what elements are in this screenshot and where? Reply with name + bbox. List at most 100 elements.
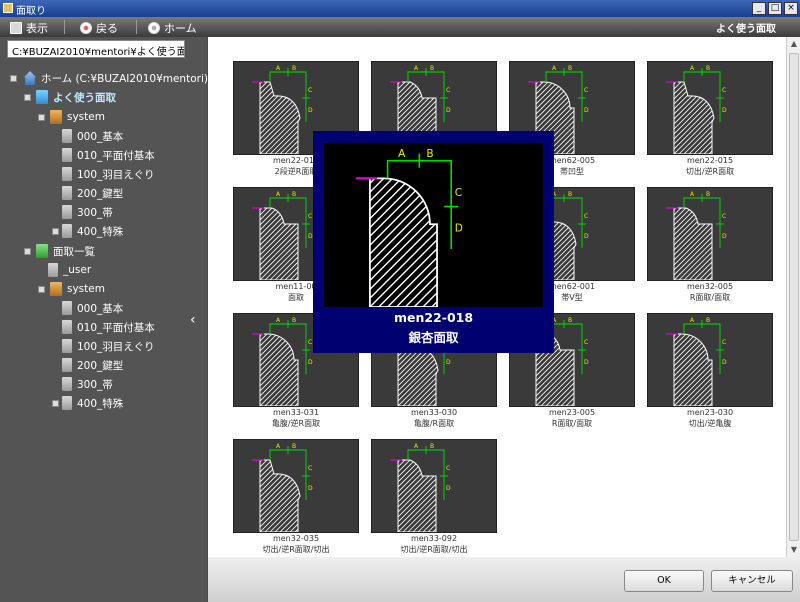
scroll-down-icon[interactable]: ▼ [787, 543, 800, 557]
favorites-folder-icon [36, 90, 48, 104]
page-icon [62, 205, 72, 219]
dim-label-d: D [584, 107, 589, 114]
dim-label-c: C [722, 339, 726, 346]
tree-node-user[interactable]: _user [48, 261, 91, 279]
expander-icon[interactable] [52, 228, 59, 235]
tree-node-label: system [67, 111, 105, 123]
tree-node-label: 010_平面付基本 [77, 321, 155, 334]
tree-node-000-2[interactable]: 000_基本 [62, 299, 123, 317]
dim-label-b: B [706, 191, 710, 198]
dim-label-c: C [584, 213, 588, 220]
current-folder-label: よく使う面取 [716, 24, 776, 35]
folder-icon [50, 282, 62, 296]
thumbnail-item[interactable]: A B C Dmen22-015 切出/逆R面取 [647, 61, 773, 177]
ok-button[interactable]: OK [624, 570, 704, 592]
scroll-thumb[interactable] [789, 53, 799, 541]
dim-label-b: B [292, 65, 296, 72]
collapse-panel-icon[interactable]: ‹ [190, 312, 196, 328]
tree-node-200-2[interactable]: 200_鍵型 [62, 356, 123, 374]
close-button[interactable]: × [784, 2, 798, 15]
thumbnail-item[interactable]: A B C Dmen32-005 R面取/面取 [647, 187, 773, 303]
path-field[interactable]: C:¥BUZAI2010¥mentori¥よく使う面取 [7, 40, 185, 58]
dim-label-c: C [308, 339, 312, 346]
tree-node-system-2[interactable]: system [38, 280, 105, 298]
tree-node-system[interactable]: system [38, 108, 105, 126]
dim-label-b: B [706, 317, 710, 324]
thumbnail-item[interactable]: A B C Dmen32-035 切出/逆R面取/切出 [233, 439, 359, 555]
minimize-button[interactable]: _ [752, 2, 766, 15]
expander-icon[interactable] [24, 248, 31, 255]
thumbnail-drawing: A B C D [233, 439, 359, 533]
home-icon [24, 71, 36, 85]
tree-node-300[interactable]: 300_帯 [62, 203, 113, 221]
dim-label-a: A [276, 65, 281, 72]
tree-node-label: 300_帯 [77, 378, 113, 391]
tree-node-mentori-list[interactable]: 面取一覧 [24, 242, 95, 260]
tree-node-label: 010_平面付基本 [77, 149, 155, 162]
dim-label-b: B [292, 317, 296, 324]
dim-label-c: C [722, 213, 726, 220]
thumbnail-code: men23-030 [686, 408, 734, 417]
dim-label-d: D [446, 485, 451, 492]
dim-label-d: D [722, 233, 727, 240]
tree-node-favorites[interactable]: よく使う面取 [24, 88, 116, 106]
dim-label-a: A [398, 148, 406, 160]
dim-label-c: C [584, 339, 588, 346]
page-icon [62, 148, 72, 162]
view-icon [10, 22, 22, 34]
dim-label-a: A [690, 65, 695, 72]
tree-node-010-2[interactable]: 010_平面付基本 [62, 318, 155, 336]
tree-node-100-2[interactable]: 100_羽目えぐり [62, 337, 154, 355]
thumbnail-code: men33-031 [272, 408, 320, 417]
dim-label-b: B [568, 191, 572, 198]
thumbnail-item[interactable]: A B C Dmen23-030 切出/逆亀腹 [647, 313, 773, 429]
dim-label-d: D [446, 359, 451, 366]
view-button[interactable]: 表示 [10, 20, 48, 36]
thumbnail-drawing: A B C D [647, 187, 773, 281]
dim-label-a: A [690, 191, 695, 198]
preview-popup: A B C D men22-018 銀杏面取 [313, 131, 554, 353]
tree-node-100[interactable]: 100_羽目えぐり [62, 165, 154, 183]
vertical-scrollbar[interactable]: ▲ ▼ [786, 37, 800, 557]
tree-node-010[interactable]: 010_平面付基本 [62, 146, 155, 164]
tree-node-label: 面取一覧 [53, 245, 95, 258]
dim-label-d: D [308, 107, 313, 114]
page-icon [48, 263, 58, 277]
page-icon [62, 186, 72, 200]
scroll-up-icon[interactable]: ▲ [787, 37, 800, 51]
dim-label-c: C [722, 87, 726, 94]
toolbar: 表示 戻る ホーム よく使う面取 [0, 17, 800, 37]
tree-node-400[interactable]: 400_特殊 [52, 222, 123, 240]
page-icon [62, 339, 72, 353]
dim-label-c: C [446, 465, 450, 472]
thumbnail-item[interactable]: A B C Dmen33-092 切出/逆R面取/切出 [371, 439, 497, 555]
expander-icon[interactable] [38, 114, 45, 121]
dim-label-a: A [690, 317, 695, 324]
dim-label-c: C [446, 87, 450, 94]
tree-node-300-2[interactable]: 300_帯 [62, 375, 113, 393]
thumbnail-code: men23-005 [548, 408, 596, 417]
tree-node-label: system [67, 283, 105, 295]
dim-label-b: B [292, 191, 296, 198]
tree-node-400-2[interactable]: 400_特殊 [52, 394, 123, 412]
dim-label-d: D [446, 107, 451, 114]
thumbnail-code: men22-015 [686, 156, 734, 165]
home-icon [148, 22, 160, 34]
expander-icon[interactable] [24, 94, 31, 101]
expander-icon[interactable] [52, 400, 59, 407]
back-button[interactable]: 戻る [80, 20, 118, 36]
tree-node-000[interactable]: 000_基本 [62, 127, 123, 145]
expander-icon[interactable] [10, 75, 17, 82]
maximize-button[interactable]: □ [768, 2, 782, 15]
thumbnail-name: 亀腹/逆R面取 [271, 419, 321, 428]
dim-label-d: D [584, 233, 589, 240]
tree-node-label: _user [63, 264, 92, 276]
view-button-label: 表示 [26, 22, 48, 35]
app-icon [3, 3, 13, 13]
tree-node-home[interactable]: ホーム (C:¥BUZAI2010¥mentori) [10, 69, 208, 87]
tree-node-label: 400_特殊 [77, 225, 124, 238]
tree-node-200[interactable]: 200_鍵型 [62, 184, 123, 202]
expander-icon[interactable] [38, 286, 45, 293]
home-button[interactable]: ホーム [148, 20, 197, 36]
cancel-button[interactable]: キャンセル [711, 570, 793, 592]
